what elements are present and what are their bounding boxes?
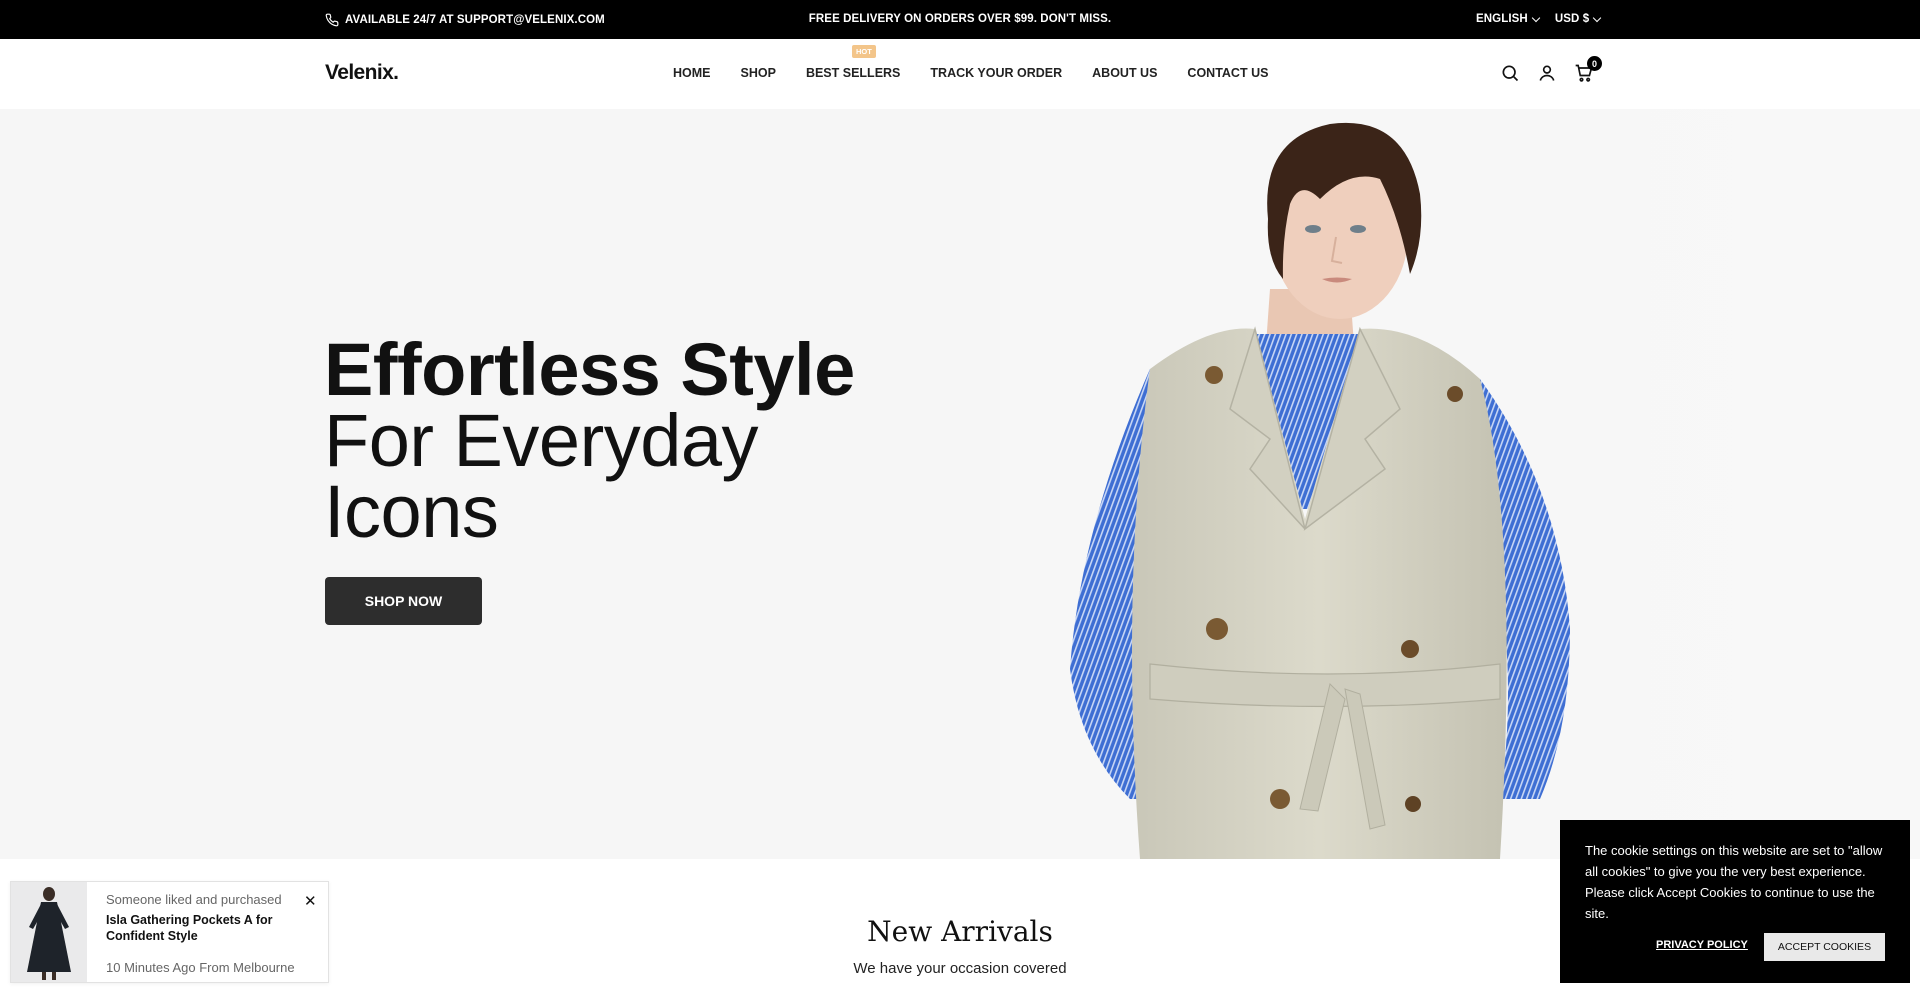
- hero-title: Effortless Style For Everyday Icons: [324, 328, 855, 553]
- cookie-message: The cookie settings on this website are …: [1585, 843, 1883, 921]
- chevron-down-icon: [1531, 13, 1541, 22]
- accept-cookies-button[interactable]: ACCEPT COOKIES: [1764, 933, 1885, 961]
- nav-track-order[interactable]: TRACK YOUR ORDER: [930, 66, 1062, 80]
- nav-shop[interactable]: SHOP: [741, 66, 776, 80]
- announcement-bar: AVAILABLE 24/7 AT SUPPORT@VELENIX.COM FR…: [0, 0, 1920, 39]
- hero-title-line-3: Icons: [324, 470, 499, 553]
- purchase-notification[interactable]: Someone liked and purchased Isla Gatheri…: [10, 881, 329, 983]
- nav-contact-us[interactable]: CONTACT US: [1187, 66, 1268, 80]
- chevron-down-icon: [1592, 13, 1602, 22]
- locale-selectors: ENGLISH USD $: [1476, 13, 1602, 25]
- user-icon: [1539, 65, 1555, 81]
- nav-best-sellers-label: BEST SELLERS: [805, 66, 901, 80]
- shop-now-button[interactable]: SHOP NOW: [325, 577, 482, 625]
- privacy-policy-link[interactable]: PRIVACY POLICY: [1656, 939, 1748, 951]
- cookie-banner: The cookie settings on this website are …: [1560, 820, 1910, 983]
- nav-home[interactable]: HOME: [673, 66, 711, 80]
- notification-time-location: 10 Minutes Ago From Melbourne: [106, 960, 295, 975]
- currency-label: USD $: [1554, 13, 1590, 25]
- hero-model-image: [1000, 109, 1640, 859]
- promo-text: FREE DELIVERY ON ORDERS OVER $99. DON'T …: [808, 13, 1112, 25]
- main-nav: HOME SHOP BEST SELLERS HOT TRACK YOUR ORD…: [673, 45, 1268, 80]
- product-image: [11, 882, 87, 982]
- search-icon: [1502, 65, 1519, 82]
- currency-selector[interactable]: USD $: [1554, 13, 1602, 25]
- language-selector[interactable]: ENGLISH: [1476, 13, 1541, 25]
- notification-intro: Someone liked and purchased: [106, 892, 282, 907]
- hero-title-line-1: Effortless Style: [324, 328, 855, 411]
- notification-product-name[interactable]: Isla Gathering Pockets A for Confident S…: [106, 912, 296, 944]
- nav-best-sellers[interactable]: BEST SELLERS HOT: [805, 45, 901, 80]
- hero-title-line-2: For Everyday: [324, 399, 759, 482]
- hero-banner: Effortless Style For Everyday Icons SHOP…: [0, 109, 1920, 859]
- site-header: Velenix. HOME SHOP BEST SELLERS HOT TRACK…: [0, 39, 1920, 109]
- header-icons: 0: [1500, 56, 1602, 83]
- cart-button[interactable]: 0: [1574, 56, 1602, 83]
- language-label: ENGLISH: [1476, 13, 1528, 25]
- close-icon[interactable]: ✕: [304, 892, 317, 910]
- nav-about-us[interactable]: ABOUT US: [1092, 66, 1157, 80]
- cart-count-badge: 0: [1587, 56, 1602, 71]
- product-thumbnail[interactable]: [11, 882, 87, 982]
- account-button[interactable]: [1537, 63, 1557, 83]
- hot-badge: HOT: [851, 45, 876, 58]
- search-button[interactable]: [1500, 63, 1520, 83]
- logo[interactable]: Velenix.: [325, 61, 399, 85]
